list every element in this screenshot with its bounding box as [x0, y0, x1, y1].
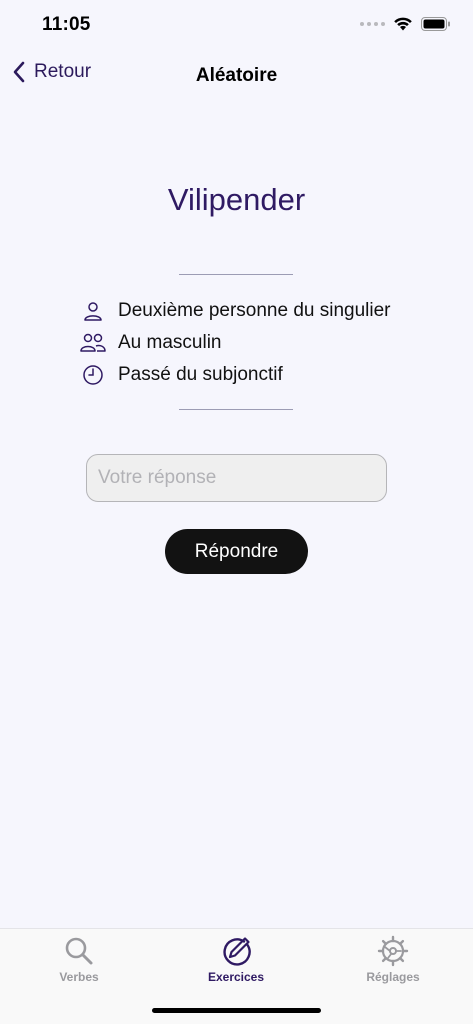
wifi-icon	[394, 17, 412, 31]
gear-icon	[377, 935, 409, 967]
tab-verbes-label: Verbes	[59, 970, 99, 984]
page-title: Aléatoire	[195, 65, 278, 86]
bottom-divider	[179, 409, 293, 410]
nav-bar: Retour Aléatoire	[0, 52, 473, 100]
tense-text: Passé du subjonctif	[118, 364, 283, 385]
submit-button[interactable]: Répondre	[165, 529, 308, 574]
person-icon	[78, 299, 108, 323]
status-time: 11:05	[42, 14, 91, 35]
verb-title: Vilipender	[167, 182, 306, 217]
status-icons	[360, 16, 451, 31]
top-divider	[179, 274, 293, 275]
pencil-circle-icon	[223, 937, 251, 966]
detail-tense: Passé du subjonctif	[78, 363, 283, 387]
tab-reglages-label: Réglages	[366, 970, 420, 984]
home-indicator	[152, 1008, 321, 1013]
search-icon	[65, 937, 93, 965]
tab-reglages[interactable]: Réglages	[333, 935, 453, 984]
clock-icon	[78, 363, 108, 387]
gender-text: Au masculin	[118, 332, 222, 353]
tab-exercices[interactable]: Exercices	[176, 935, 296, 984]
people-icon	[78, 331, 108, 355]
person-text: Deuxième personne du singulier	[118, 300, 391, 321]
tab-exercices-label: Exercices	[207, 970, 265, 984]
detail-gender: Au masculin	[78, 331, 222, 355]
battery-icon	[421, 16, 450, 31]
detail-person: Deuxième personne du singulier	[78, 299, 391, 323]
answer-input[interactable]	[86, 454, 387, 502]
signal-dots-icon	[360, 21, 385, 26]
tab-verbes[interactable]: Verbes	[19, 935, 139, 984]
screen: 11:05 Retour Aléatoire Vilipender Deuxiè…	[0, 0, 473, 1024]
status-bar: 11:05	[0, 0, 473, 52]
